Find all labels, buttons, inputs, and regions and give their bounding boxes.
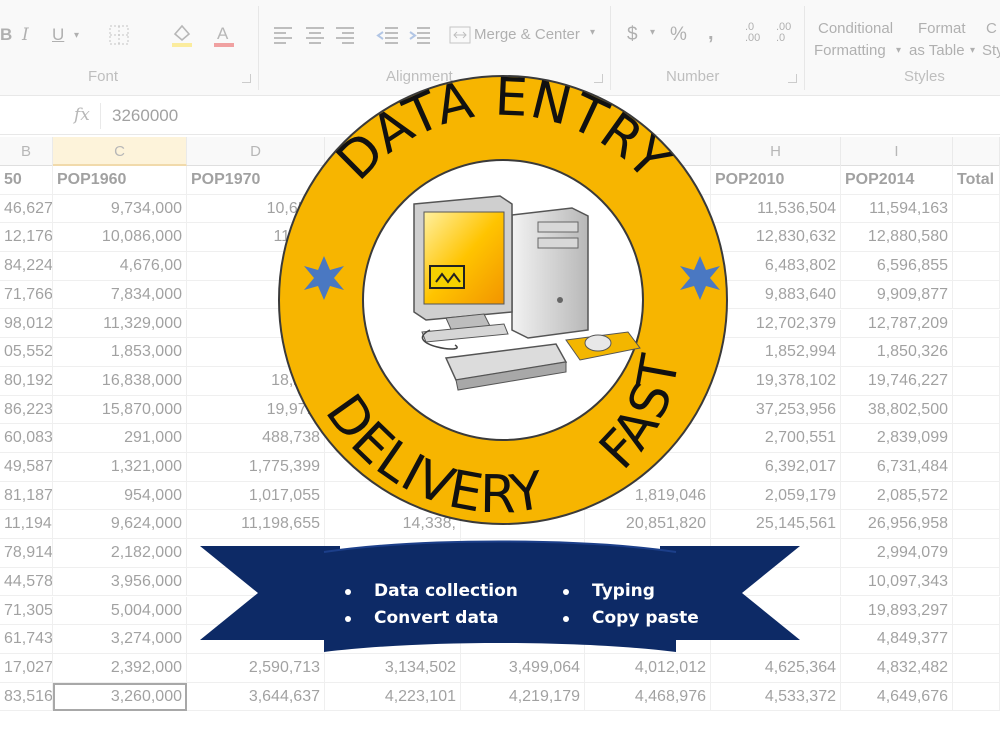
data-entry-emblem: DATA ENTRY DELIVERY FAST: [200, 67, 800, 652]
banner-ribbon: [200, 540, 800, 652]
